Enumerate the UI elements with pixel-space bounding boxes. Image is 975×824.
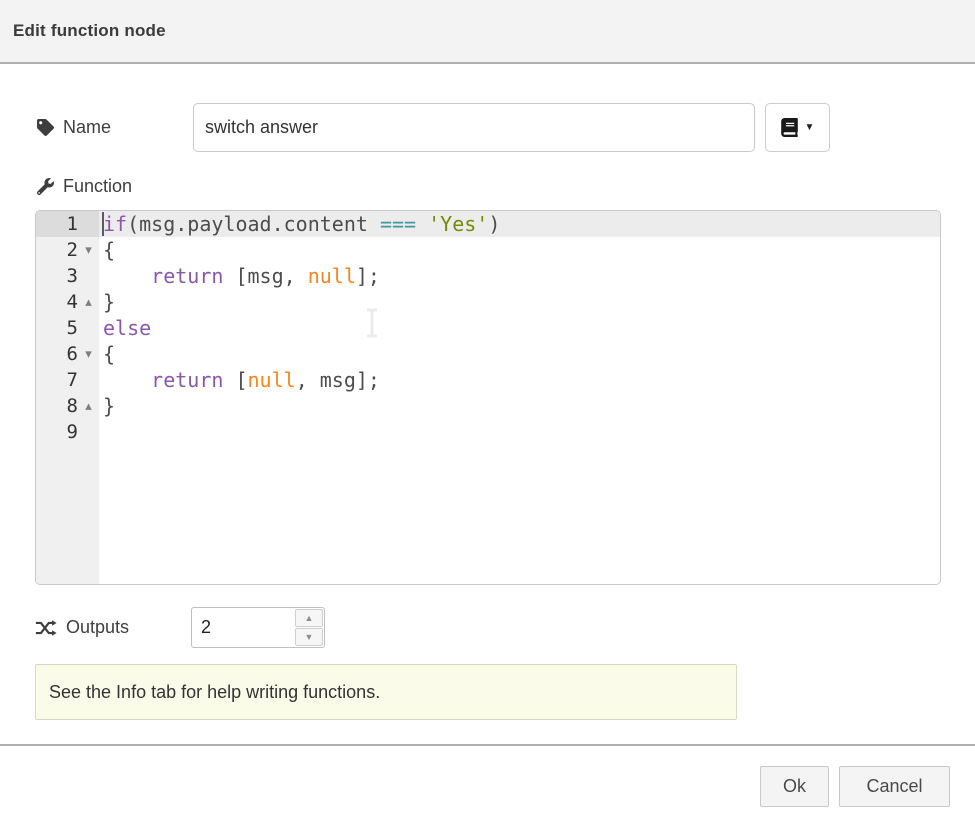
- code-token: null: [248, 368, 296, 392]
- book-icon: [781, 118, 798, 137]
- outputs-input[interactable]: [192, 608, 294, 647]
- gutter-row: 9: [36, 419, 99, 445]
- gutter-row: 6▾: [36, 341, 99, 367]
- fold-spacer: [78, 419, 99, 445]
- name-input[interactable]: [193, 103, 755, 152]
- code-token: ];: [356, 264, 380, 288]
- outputs-row: Outputs: [35, 607, 129, 648]
- ok-button[interactable]: Ok: [760, 766, 829, 807]
- code-token: [103, 368, 151, 392]
- fold-down-icon[interactable]: ▾: [78, 341, 99, 367]
- code-line[interactable]: if(msg.payload.content === 'Yes'): [99, 211, 940, 237]
- gutter-row: 5: [36, 315, 99, 341]
- code-line[interactable]: {: [99, 237, 940, 263]
- line-number: 4: [36, 289, 78, 315]
- code-line[interactable]: }: [99, 289, 940, 315]
- line-number: 1: [36, 211, 78, 237]
- code-token: else: [103, 316, 151, 340]
- wrench-icon: [37, 178, 54, 195]
- code-line[interactable]: }: [99, 393, 940, 419]
- footer-buttons: Ok Cancel: [760, 766, 950, 807]
- spinner-down-button[interactable]: ▼: [295, 628, 323, 646]
- gutter-row: 7: [36, 367, 99, 393]
- gutter-row: 8▴: [36, 393, 99, 419]
- code-token: return: [151, 264, 223, 288]
- name-row: Name: [37, 103, 111, 152]
- text-cursor: [102, 212, 104, 236]
- outputs-spinner: ▲ ▼: [191, 607, 325, 648]
- fold-spacer: [78, 211, 99, 237]
- gutter-row: 3: [36, 263, 99, 289]
- code-token: , msg];: [296, 368, 380, 392]
- line-number: 7: [36, 367, 78, 393]
- fold-spacer: [78, 315, 99, 341]
- code-token: [416, 212, 428, 236]
- gutter-row: 1: [36, 211, 99, 237]
- code-token: null: [308, 264, 356, 288]
- code-token: {: [103, 342, 115, 366]
- code-token: (msg.payload.content: [127, 212, 380, 236]
- code-line[interactable]: return [msg, null];: [99, 263, 940, 289]
- line-number: 3: [36, 263, 78, 289]
- code-line[interactable]: {: [99, 341, 940, 367]
- function-label-group: Function: [37, 176, 132, 197]
- code-token: 'Yes': [428, 212, 488, 236]
- line-number: 6: [36, 341, 78, 367]
- line-number: 5: [36, 315, 78, 341]
- spinner-buttons: ▲ ▼: [294, 608, 324, 647]
- tip-text: See the Info tab for help writing functi…: [49, 682, 380, 703]
- tip-box: See the Info tab for help writing functi…: [35, 664, 737, 720]
- gutter-row: 2▾: [36, 237, 99, 263]
- spinner-down-icon: ▼: [305, 633, 314, 642]
- spinner-up-icon: ▲: [305, 614, 314, 623]
- tag-icon: [37, 119, 54, 136]
- function-label: Function: [63, 176, 132, 197]
- shuffle-icon: [35, 619, 57, 637]
- dialog-footer: Ok Cancel: [0, 744, 975, 824]
- name-label-group: Name: [37, 117, 111, 138]
- dialog-title: Edit function node: [13, 21, 166, 41]
- code-token: [103, 264, 151, 288]
- line-number: 2: [36, 237, 78, 263]
- cancel-button[interactable]: Cancel: [839, 766, 950, 807]
- code-token: [: [223, 368, 247, 392]
- editor-code[interactable]: if(msg.payload.content === 'Yes'){ retur…: [99, 211, 940, 584]
- fold-up-icon[interactable]: ▴: [78, 289, 99, 315]
- code-token: }: [103, 394, 115, 418]
- code-token: return: [151, 368, 223, 392]
- name-label: Name: [63, 117, 111, 138]
- code-token: {: [103, 238, 115, 262]
- function-row: Function: [37, 176, 132, 200]
- code-line[interactable]: else: [99, 315, 940, 341]
- code-token: ===: [380, 212, 416, 236]
- code-token: }: [103, 290, 115, 314]
- fold-down-icon[interactable]: ▾: [78, 237, 99, 263]
- code-editor[interactable]: 12▾34▴56▾78▴9 if(msg.payload.content ===…: [35, 210, 941, 585]
- dialog-header: Edit function node: [0, 0, 975, 64]
- code-token: [msg,: [223, 264, 307, 288]
- library-button[interactable]: ▼: [765, 103, 830, 152]
- line-number: 8: [36, 393, 78, 419]
- outputs-label: Outputs: [66, 617, 129, 638]
- code-line[interactable]: [99, 419, 940, 445]
- outputs-label-group: Outputs: [35, 617, 129, 638]
- editor-gutter: 12▾34▴56▾78▴9: [36, 211, 99, 584]
- fold-up-icon[interactable]: ▴: [78, 393, 99, 419]
- fold-spacer: [78, 263, 99, 289]
- line-number: 9: [36, 419, 78, 445]
- spinner-up-button[interactable]: ▲: [295, 609, 323, 627]
- fold-spacer: [78, 367, 99, 393]
- caret-down-icon: ▼: [805, 123, 815, 133]
- code-token: if: [103, 212, 127, 236]
- code-token: ): [488, 212, 500, 236]
- code-line[interactable]: return [null, msg];: [99, 367, 940, 393]
- gutter-row: 4▴: [36, 289, 99, 315]
